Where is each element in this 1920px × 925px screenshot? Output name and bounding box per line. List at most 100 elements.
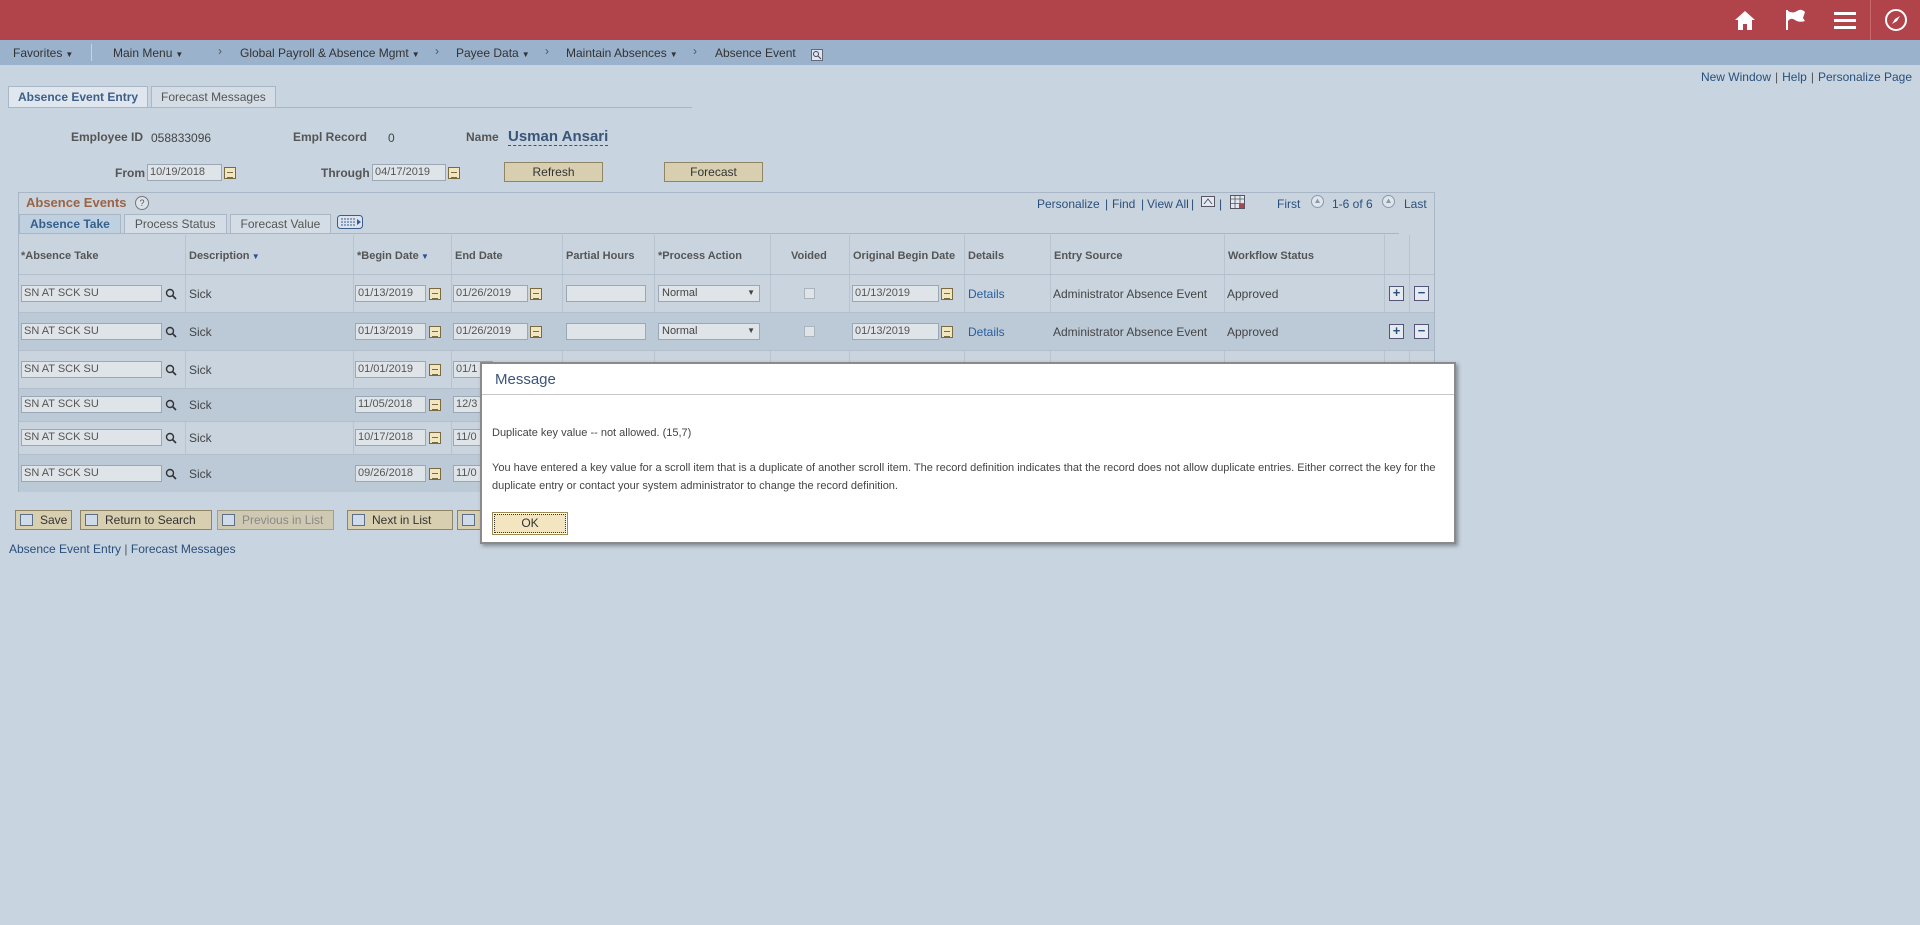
absence-take-field[interactable]: SN AT SCK SU <box>21 285 162 302</box>
calendar-icon[interactable] <box>941 288 953 300</box>
breadcrumb-maintain-absences[interactable]: Maintain Absences ▼ <box>566 46 678 60</box>
col-voided[interactable]: Voided <box>791 250 827 262</box>
save-button[interactable]: Save <box>15 510 72 530</box>
help-icon[interactable]: ? <box>135 196 149 210</box>
tab-forecast-value[interactable]: Forecast Value <box>229 214 332 234</box>
help-link[interactable]: Help <box>1782 70 1807 84</box>
tab-absence-take[interactable]: Absence Take <box>19 214 121 234</box>
navbar-compass-icon[interactable] <box>1870 0 1920 40</box>
partial-hours-field[interactable] <box>566 323 646 340</box>
home-icon[interactable] <box>1720 0 1770 40</box>
details-link[interactable]: Details <box>968 325 1005 339</box>
col-original-begin-date[interactable]: Original Begin Date <box>853 250 955 262</box>
breadcrumb-global-payroll[interactable]: Global Payroll & Absence Mgmt ▼ <box>240 46 420 60</box>
col-entry-source[interactable]: Entry Source <box>1054 250 1122 262</box>
main-menu[interactable]: Main Menu ▼ <box>113 46 183 60</box>
employee-name[interactable]: Usman Ansari <box>508 128 609 146</box>
show-all-columns-icon[interactable] <box>337 215 363 232</box>
voided-checkbox[interactable] <box>804 326 815 337</box>
calendar-icon[interactable] <box>429 364 441 376</box>
calendar-icon[interactable] <box>429 399 441 411</box>
favorites-menu[interactable]: Favorites ▼ <box>13 46 73 60</box>
begin-date-field[interactable]: 01/13/2019 <box>355 323 426 340</box>
details-link[interactable]: Details <box>968 287 1005 301</box>
tab-absence-event-entry[interactable]: Absence Event Entry <box>8 86 149 107</box>
forecast-messages-link[interactable]: Forecast Messages <box>131 542 236 556</box>
calendar-icon[interactable] <box>429 326 441 338</box>
col-begin-date[interactable]: *Begin Date ▼ <box>357 250 429 262</box>
absence-take-field[interactable]: SN AT SCK SU <box>21 361 162 378</box>
begin-date-field[interactable]: 01/13/2019 <box>355 285 426 302</box>
from-date-field[interactable]: 10/19/2018 <box>147 164 222 181</box>
tab-process-status[interactable]: Process Status <box>123 214 227 234</box>
end-date-field[interactable]: 01/26/2019 <box>453 323 528 340</box>
add-row-button[interactable]: + <box>1389 286 1404 301</box>
breadcrumb-absence-event[interactable]: Absence Event <box>715 46 796 60</box>
personalize-link[interactable]: Personalize <box>1037 197 1100 211</box>
delete-row-button[interactable]: − <box>1414 286 1429 301</box>
absence-take-field[interactable]: SN AT SCK SU <box>21 429 162 446</box>
last-link[interactable]: Last <box>1404 197 1427 211</box>
calendar-icon[interactable] <box>530 288 542 300</box>
next-in-list-button[interactable]: Next in List <box>347 510 453 530</box>
col-workflow-status[interactable]: Workflow Status <box>1228 250 1314 262</box>
lookup-icon[interactable] <box>165 432 177 444</box>
partial-hours-field[interactable] <box>566 285 646 302</box>
begin-date-field[interactable]: 01/01/2019 <box>355 361 426 378</box>
previous-in-list-button[interactable]: Previous in List <box>217 510 334 530</box>
search-page-icon[interactable] <box>811 49 823 64</box>
find-link[interactable]: Find <box>1112 197 1135 211</box>
return-to-search-button[interactable]: Return to Search <box>80 510 212 530</box>
lookup-icon[interactable] <box>165 399 177 411</box>
calendar-icon[interactable] <box>429 468 441 480</box>
lookup-icon[interactable] <box>165 364 177 376</box>
first-link[interactable]: First <box>1277 197 1300 211</box>
col-description[interactable]: Description ▼ <box>189 250 260 262</box>
workflow-status-cell: Approved <box>1227 287 1279 301</box>
lookup-icon[interactable] <box>165 326 177 338</box>
col-details[interactable]: Details <box>968 250 1004 262</box>
begin-date-field[interactable]: 11/05/2018 <box>355 396 426 413</box>
delete-row-button[interactable]: − <box>1414 324 1429 339</box>
absence-take-field[interactable]: SN AT SCK SU <box>21 396 162 413</box>
ok-button[interactable]: OK <box>492 512 568 535</box>
view-all-link[interactable]: View All <box>1147 197 1189 211</box>
add-row-button[interactable]: + <box>1389 324 1404 339</box>
personalize-page-link[interactable]: Personalize Page <box>1818 70 1912 84</box>
col-process-action[interactable]: *Process Action <box>658 250 742 262</box>
forecast-button[interactable]: Forecast <box>664 162 763 182</box>
begin-date-field[interactable]: 09/26/2018 <box>355 465 426 482</box>
calendar-icon[interactable] <box>429 432 441 444</box>
calendar-icon[interactable] <box>941 326 953 338</box>
download-icon[interactable] <box>1230 195 1245 212</box>
new-window-link[interactable]: New Window <box>1701 70 1771 84</box>
begin-date-field[interactable]: 10/17/2018 <box>355 429 426 446</box>
absence-take-field[interactable]: SN AT SCK SU <box>21 323 162 340</box>
breadcrumb-payee-data[interactable]: Payee Data ▼ <box>456 46 530 60</box>
next-row-icon[interactable] <box>1382 195 1395 211</box>
col-absence-take[interactable]: *Absence Take <box>21 250 98 262</box>
calendar-icon[interactable] <box>224 167 236 179</box>
calendar-icon[interactable] <box>448 167 460 179</box>
refresh-button[interactable]: Refresh <box>504 162 603 182</box>
col-end-date[interactable]: End Date <box>455 250 503 262</box>
absence-event-entry-link[interactable]: Absence Event Entry <box>9 542 121 556</box>
process-action-select[interactable]: Normal <box>658 285 760 302</box>
previous-row-icon[interactable] <box>1311 195 1324 211</box>
voided-checkbox[interactable] <box>804 288 815 299</box>
tab-forecast-messages[interactable]: Forecast Messages <box>151 86 276 107</box>
absence-take-field[interactable]: SN AT SCK SU <box>21 465 162 482</box>
end-date-field[interactable]: 01/26/2019 <box>453 285 528 302</box>
calendar-icon[interactable] <box>530 326 542 338</box>
original-begin-date-field[interactable]: 01/13/2019 <box>852 285 939 302</box>
original-begin-date-field[interactable]: 01/13/2019 <box>852 323 939 340</box>
col-partial-hours[interactable]: Partial Hours <box>566 250 634 262</box>
menu-icon[interactable] <box>1820 0 1870 40</box>
calendar-icon[interactable] <box>429 288 441 300</box>
zoom-icon[interactable] <box>1201 196 1215 212</box>
lookup-icon[interactable] <box>165 288 177 300</box>
process-action-select[interactable]: Normal <box>658 323 760 340</box>
flag-icon[interactable] <box>1770 0 1820 40</box>
through-date-field[interactable]: 04/17/2019 <box>372 164 446 181</box>
lookup-icon[interactable] <box>165 468 177 480</box>
